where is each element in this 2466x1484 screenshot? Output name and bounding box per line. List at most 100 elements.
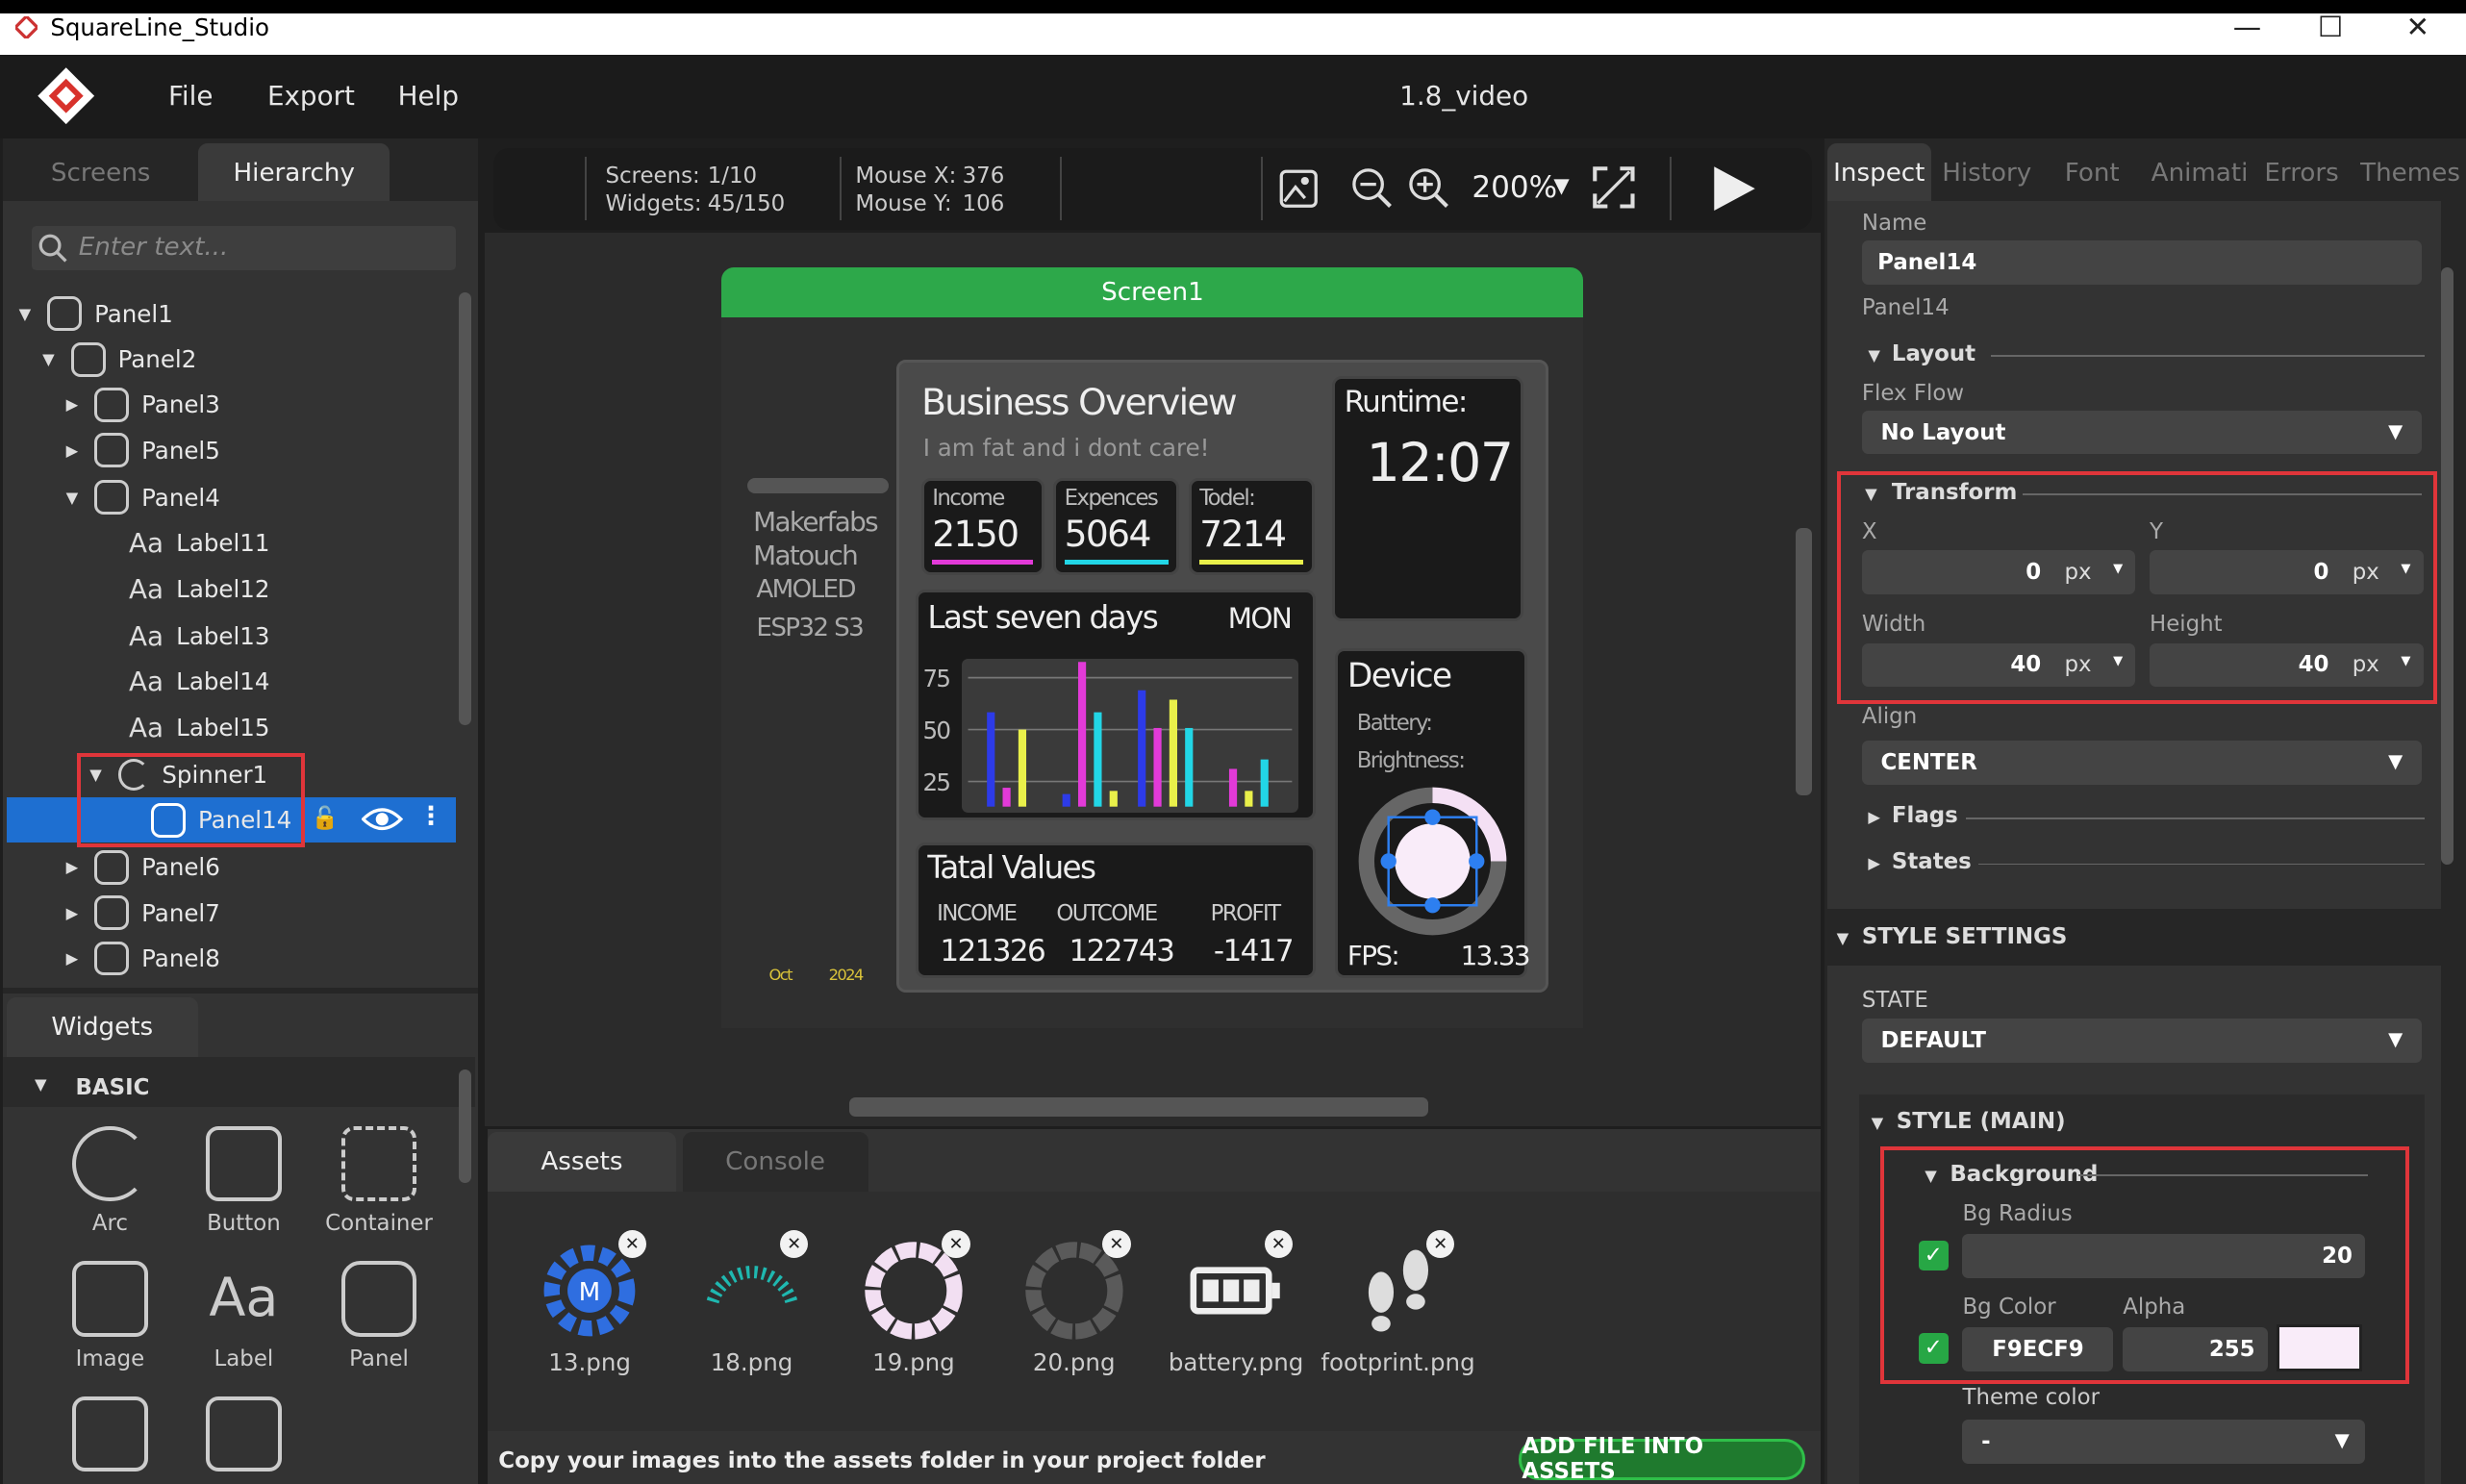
visibility-eye-icon[interactable] xyxy=(361,805,404,840)
tree-item-panel6[interactable]: ▶ Panel6 xyxy=(66,844,220,890)
close-button[interactable]: ✕ xyxy=(2406,11,2430,43)
remove-asset-icon[interactable]: ✕ xyxy=(779,1229,809,1258)
tree-scrollbar[interactable] xyxy=(459,292,472,725)
chevron-down-icon[interactable]: ▼ xyxy=(2401,562,2410,576)
bg-radius-checkbox[interactable]: ✓ xyxy=(1918,1241,1949,1271)
asset-item[interactable]: ✕ 19.png xyxy=(835,1229,993,1376)
tab-console[interactable]: Console xyxy=(682,1132,868,1193)
screen-title-tab[interactable]: Screen1 xyxy=(721,266,1584,318)
chevron-down-icon[interactable]: ▼ xyxy=(2113,562,2123,576)
collapse-arrow-icon[interactable]: ▼ xyxy=(1868,346,1880,365)
expand-arrow-icon[interactable]: ▼ xyxy=(66,489,88,507)
chevron-down-icon[interactable]: ▼ xyxy=(2401,654,2410,668)
style-main-header[interactable]: STYLE (MAIN) xyxy=(1897,1109,2066,1134)
tree-item-panel5[interactable]: ▶ Panel5 xyxy=(66,428,220,473)
section-transform[interactable]: Transform xyxy=(1892,480,2018,505)
collapse-arrow-icon[interactable]: ▶ xyxy=(66,949,88,968)
remove-asset-icon[interactable]: ✕ xyxy=(942,1229,970,1258)
height-input[interactable]: 40 px ▼ xyxy=(2150,642,2424,688)
collapse-arrow-icon[interactable]: ▶ xyxy=(66,858,88,876)
widget-textarea[interactable] xyxy=(181,1396,307,1481)
tree-item-panel7[interactable]: ▶ Panel7 xyxy=(66,890,220,935)
remove-asset-icon[interactable]: ✕ xyxy=(1102,1229,1131,1258)
play-icon[interactable] xyxy=(1711,163,1758,220)
expand-arrow-icon[interactable]: ▶ xyxy=(1868,808,1880,826)
background-image-icon[interactable] xyxy=(1278,168,1320,216)
spinner-widget[interactable] xyxy=(1357,786,1508,937)
chevron-down-icon[interactable]: ▼ xyxy=(2113,654,2123,668)
tree-item-panel8[interactable]: ▶ Panel8 xyxy=(66,936,220,981)
y-input[interactable]: 0 px ▼ xyxy=(2150,550,2424,594)
tab-animation[interactable]: Animati xyxy=(2151,159,2249,188)
maximize-button[interactable]: ☐ xyxy=(2318,11,2343,43)
name-input[interactable]: Panel14 xyxy=(1861,240,2422,285)
collapse-arrow-icon[interactable]: ▼ xyxy=(1865,485,1877,503)
section-states[interactable]: States xyxy=(1892,849,1972,874)
bg-color-input[interactable]: F9ECF9 xyxy=(1962,1326,2114,1371)
collapse-arrow-icon[interactable]: ▼ xyxy=(1925,1167,1937,1185)
section-background[interactable]: Background xyxy=(1950,1162,2098,1187)
widget-panel[interactable]: Panel xyxy=(316,1261,442,1371)
widgets-scrollbar[interactable] xyxy=(459,1069,472,1183)
remove-asset-icon[interactable]: ✕ xyxy=(1425,1229,1455,1258)
asset-item[interactable]: ✕ M 13.png xyxy=(511,1229,668,1376)
color-swatch[interactable] xyxy=(2277,1323,2362,1371)
zoom-in-icon[interactable] xyxy=(1406,165,1450,216)
tab-themes[interactable]: Themes xyxy=(2360,159,2460,188)
bg-radius-input[interactable]: 20 xyxy=(1962,1234,2366,1279)
menu-file[interactable]: File xyxy=(168,80,214,112)
section-layout[interactable]: Layout xyxy=(1892,341,1975,366)
lock-icon[interactable]: 🔓 xyxy=(312,805,339,831)
tree-item-panel2[interactable]: ▼ Panel2 xyxy=(42,337,196,382)
tab-inspect[interactable]: Inspect xyxy=(1826,142,1931,203)
expand-arrow-icon[interactable]: ▼ xyxy=(19,305,41,323)
x-input[interactable]: 0 px ▼ xyxy=(1861,550,2136,594)
tab-widgets[interactable]: Widgets xyxy=(6,996,198,1057)
more-options-icon[interactable]: ⋮ xyxy=(418,802,443,831)
canvas-vscrollbar[interactable] xyxy=(1796,528,1812,796)
search-input[interactable]: Enter text... xyxy=(31,226,457,271)
menu-export[interactable]: Export xyxy=(267,80,355,112)
canvas-hscrollbar[interactable] xyxy=(848,1097,1428,1117)
width-input[interactable]: 40 px ▼ xyxy=(1861,642,2136,688)
tree-item-label11[interactable]: Aa Label11 xyxy=(123,520,269,566)
tab-history[interactable]: History xyxy=(1942,159,2031,188)
collapse-arrow-icon[interactable]: ▼ xyxy=(1872,1114,1884,1132)
expand-arrow-icon[interactable]: ▼ xyxy=(42,350,64,368)
app-logo-icon[interactable] xyxy=(35,64,97,134)
add-file-button[interactable]: ADD FILE INTO ASSETS xyxy=(1519,1434,1805,1484)
collapse-arrow-icon[interactable]: ▶ xyxy=(66,395,88,414)
expand-arrow-icon[interactable]: ▶ xyxy=(1868,854,1880,872)
tree-item-panel1[interactable]: ▼ Panel1 xyxy=(19,290,173,336)
inspect-scrollbar[interactable] xyxy=(2440,266,2453,866)
tab-errors[interactable]: Errors xyxy=(2264,159,2338,188)
tree-item-label12[interactable]: Aa Label12 xyxy=(123,566,269,612)
theme-color-dropdown[interactable]: - ▼ xyxy=(1962,1420,2366,1465)
collapse-arrow-icon[interactable]: ▶ xyxy=(66,441,88,460)
alpha-input[interactable]: 255 xyxy=(2123,1326,2268,1371)
state-dropdown[interactable]: DEFAULT ▼ xyxy=(1861,1019,2422,1064)
section-flags[interactable]: Flags xyxy=(1892,803,1958,828)
widget-dropdown[interactable] xyxy=(47,1396,173,1481)
tab-hierarchy[interactable]: Hierarchy xyxy=(198,142,390,203)
tree-item-panel3[interactable]: ▶ Panel3 xyxy=(66,382,220,427)
flexflow-dropdown[interactable]: No Layout ▼ xyxy=(1861,410,2422,455)
widget-image[interactable]: Image xyxy=(47,1261,173,1371)
widget-arc[interactable]: Arc xyxy=(47,1125,173,1236)
asset-item[interactable]: ✕ battery.png xyxy=(1157,1229,1315,1376)
tab-screens[interactable]: Screens xyxy=(7,143,195,203)
collapse-arrow-icon[interactable]: ▼ xyxy=(1837,929,1850,947)
zoom-level[interactable]: 200% xyxy=(1472,170,1557,205)
remove-asset-icon[interactable]: ✕ xyxy=(617,1229,646,1258)
style-settings-header[interactable]: STYLE SETTINGS xyxy=(1862,924,2068,949)
menu-help[interactable]: Help xyxy=(398,80,459,112)
widget-label-item[interactable]: Aa Label xyxy=(181,1261,307,1371)
chevron-down-icon[interactable]: ▼ xyxy=(1553,174,1569,198)
collapse-arrow-icon[interactable]: ▼ xyxy=(35,1075,47,1094)
zoom-out-icon[interactable] xyxy=(1349,165,1394,216)
align-dropdown[interactable]: CENTER ▼ xyxy=(1861,741,2422,785)
minimize-button[interactable]: — xyxy=(2233,11,2261,43)
tab-font[interactable]: Font xyxy=(2065,159,2120,188)
tree-item-panel4[interactable]: ▼ Panel4 xyxy=(66,475,220,520)
tree-item-label14[interactable]: Aa Label14 xyxy=(123,659,269,704)
